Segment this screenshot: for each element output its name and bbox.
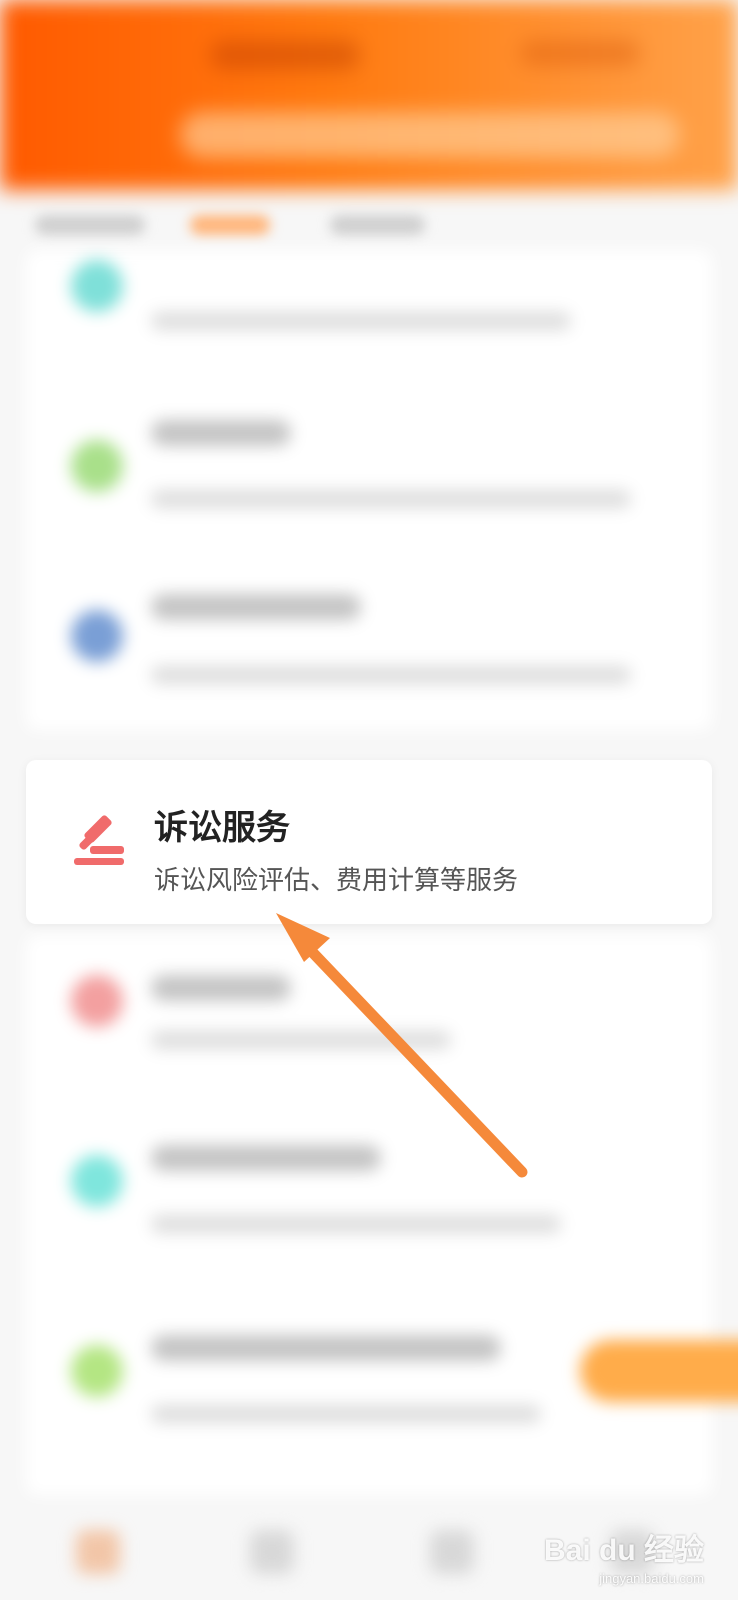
- nav-item-icon[interactable]: [430, 1530, 474, 1574]
- service-icon: [71, 1155, 123, 1207]
- tab-1[interactable]: [35, 215, 145, 235]
- service-icon: [71, 440, 123, 492]
- watermark-url: jingyan.baidu.com: [599, 1571, 704, 1586]
- service-title: 诉讼服务: [154, 808, 290, 848]
- service-description: 诉讼风险评估、费用计算等服务: [154, 866, 519, 896]
- list-item[interactable]: [26, 250, 712, 400]
- service-icon: [71, 610, 123, 662]
- service-list-bottom: [26, 935, 712, 1495]
- service-list-top: [26, 250, 712, 730]
- watermark-brand: Bai du 经验: [543, 1534, 704, 1567]
- list-item[interactable]: [26, 1115, 712, 1265]
- service-icon: [71, 260, 123, 312]
- service-icon: [71, 1345, 123, 1397]
- litigation-service-card[interactable]: 诉讼服务 诉讼风险评估、费用计算等服务: [26, 760, 712, 924]
- gavel-icon: [74, 815, 124, 865]
- header-bar: [0, 0, 738, 190]
- nav-home-icon[interactable]: [76, 1530, 120, 1574]
- header-action[interactable]: [520, 40, 640, 66]
- floating-action-button[interactable]: [580, 1340, 738, 1402]
- nav-item-icon[interactable]: [250, 1530, 294, 1574]
- tab-3[interactable]: [330, 215, 425, 235]
- baidu-watermark: Bai du 经验 jingyan.baidu.com: [544, 1525, 704, 1586]
- header-title: [210, 40, 360, 70]
- list-item[interactable]: [26, 570, 712, 720]
- tab-2[interactable]: [190, 215, 270, 235]
- list-item[interactable]: [26, 935, 712, 1085]
- list-item[interactable]: [26, 400, 712, 550]
- search-input[interactable]: [180, 112, 680, 158]
- service-icon: [71, 975, 123, 1027]
